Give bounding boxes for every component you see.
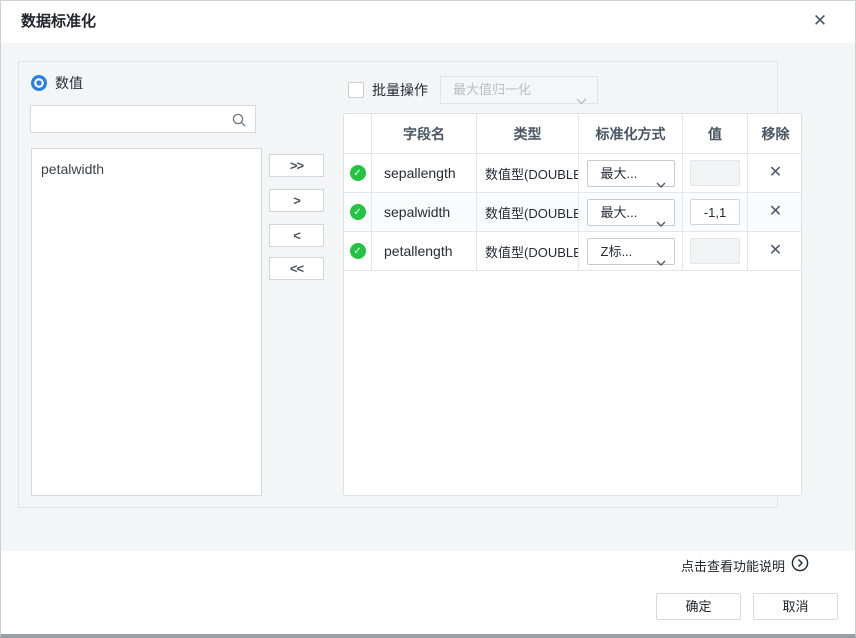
- check-circle-icon: ✓: [350, 243, 366, 259]
- remove-icon[interactable]: ✕: [769, 165, 782, 181]
- remove-icon[interactable]: ✕: [769, 243, 782, 259]
- table-row: ✓ sepallength 数值型(DOUBLE 最大... ✕: [344, 154, 801, 193]
- search-icon: [231, 112, 247, 133]
- numeric-radio[interactable]: 数值: [31, 74, 83, 92]
- search-input[interactable]: [31, 106, 255, 132]
- field-name: petallength: [372, 232, 477, 270]
- method-select[interactable]: Z标...: [587, 238, 675, 265]
- header-type: 类型: [477, 114, 579, 153]
- close-icon[interactable]: ✕: [807, 8, 833, 34]
- method-value: 最大...: [601, 205, 638, 220]
- header-method: 标准化方式: [579, 114, 683, 153]
- check-circle-icon: ✓: [350, 204, 366, 220]
- cancel-button[interactable]: 取消: [753, 593, 838, 620]
- field-type: 数值型(DOUBLE: [477, 232, 579, 270]
- batch-method-value: 最大值归一化: [453, 82, 531, 97]
- chevron-down-icon: [656, 210, 666, 232]
- remove-icon[interactable]: ✕: [769, 204, 782, 220]
- field-name: sepallength: [372, 154, 477, 192]
- batch-operation-checkbox[interactable]: [348, 82, 364, 98]
- circle-arrow-right-icon: [791, 554, 809, 577]
- move-all-right-button[interactable]: >>: [269, 154, 324, 177]
- header-status: [344, 114, 372, 153]
- radio-label: 数值: [55, 73, 83, 93]
- field-type: 数值型(DOUBLE: [477, 193, 579, 231]
- batch-operation-label: 批量操作: [372, 80, 428, 100]
- help-link-label: 点击查看功能说明: [681, 556, 785, 575]
- help-link[interactable]: 点击查看功能说明: [681, 554, 809, 577]
- dialog-header: 数据标准化 ✕: [1, 1, 855, 43]
- ok-button[interactable]: 确定: [656, 593, 741, 620]
- radio-selected-icon: [31, 75, 47, 91]
- dialog-title: 数据标准化: [21, 1, 96, 43]
- method-value: 最大...: [601, 166, 638, 181]
- dialog-body: 数值 petalwidth >> > < << 批量操作: [1, 43, 855, 551]
- field-search-box: [30, 105, 256, 133]
- move-left-button[interactable]: <: [269, 224, 324, 247]
- value-input[interactable]: [690, 199, 740, 225]
- chevron-down-icon: [656, 249, 666, 271]
- move-all-left-button[interactable]: <<: [269, 257, 324, 280]
- main-panel: 数值 petalwidth >> > < << 批量操作: [18, 61, 778, 508]
- field-name: sepalwidth: [372, 193, 477, 231]
- move-right-button[interactable]: >: [269, 189, 324, 212]
- available-fields-list: petalwidth: [31, 148, 262, 496]
- method-select[interactable]: 最大...: [587, 199, 675, 226]
- header-remove: 移除: [748, 114, 802, 153]
- chevron-down-icon: [656, 171, 666, 193]
- value-input: [690, 160, 740, 186]
- fields-table: 字段名 类型 标准化方式 值 移除 ✓ sepallength 数值型(DOUB…: [343, 113, 802, 496]
- batch-operation-row: 批量操作 最大值归一化: [348, 76, 598, 104]
- batch-method-select: 最大值归一化: [440, 76, 598, 104]
- list-item[interactable]: petalwidth: [32, 149, 261, 181]
- table-header-row: 字段名 类型 标准化方式 值 移除: [344, 114, 801, 154]
- table-row: ✓ sepalwidth 数值型(DOUBLE 最大... ✕: [344, 193, 801, 232]
- value-input: [690, 238, 740, 264]
- data-standardization-dialog: 数据标准化 ✕ 数值 petalwidth >> >: [0, 0, 856, 638]
- header-value: 值: [683, 114, 748, 153]
- field-type: 数值型(DOUBLE: [477, 154, 579, 192]
- method-value: Z标...: [601, 244, 633, 259]
- table-row: ✓ petallength 数值型(DOUBLE Z标... ✕: [344, 232, 801, 271]
- check-circle-icon: ✓: [350, 165, 366, 181]
- chevron-down-icon: [576, 88, 587, 114]
- method-select[interactable]: 最大...: [587, 160, 675, 187]
- header-field-name: 字段名: [372, 114, 477, 153]
